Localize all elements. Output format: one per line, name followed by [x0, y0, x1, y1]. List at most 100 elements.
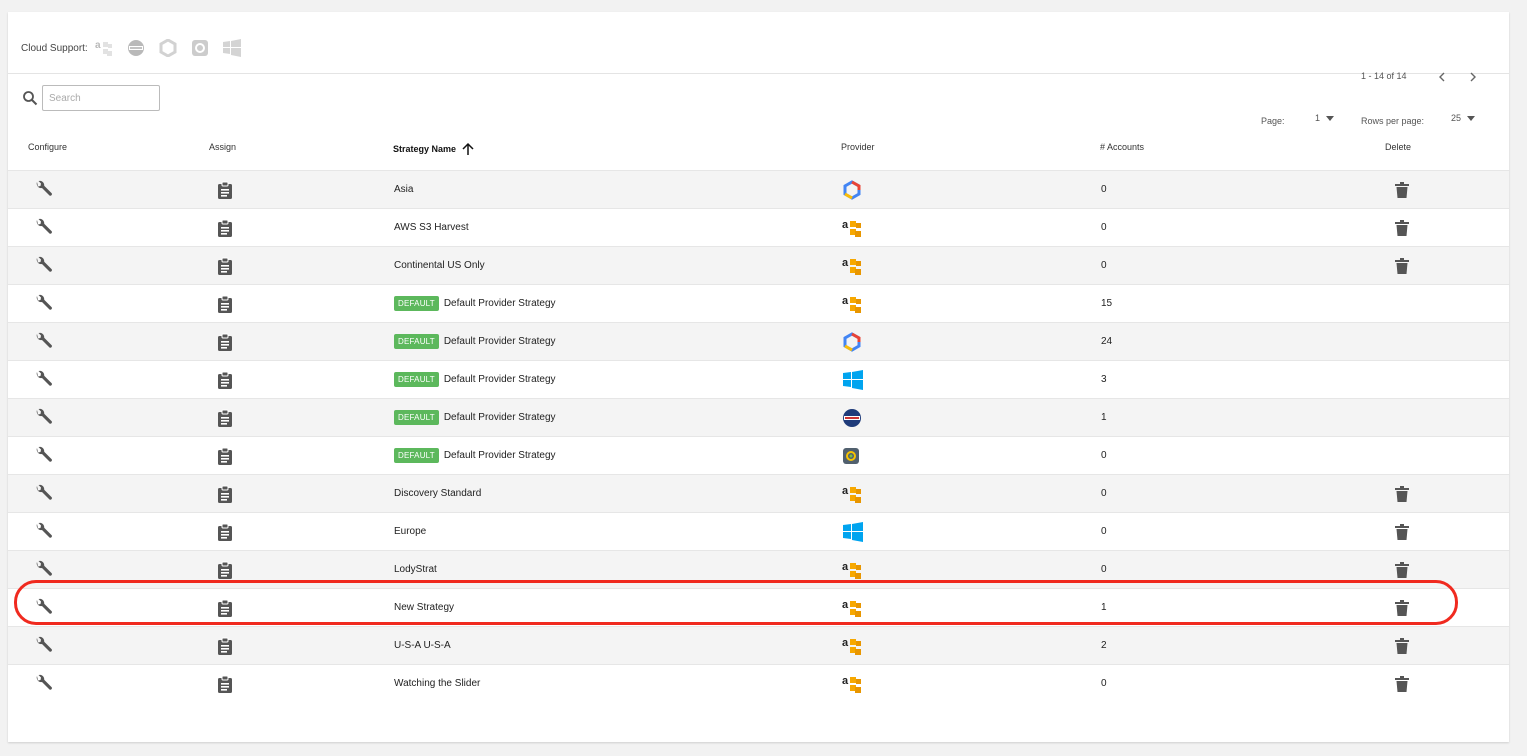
- configure-button[interactable]: [34, 665, 54, 702]
- page-select[interactable]: 1: [1315, 113, 1335, 123]
- accounts-count: 24: [1101, 336, 1113, 347]
- configure-button[interactable]: [34, 361, 54, 398]
- strategy-name-cell: DEFAULT Default Provider Strategy: [394, 323, 556, 360]
- clipboard-icon: [218, 675, 232, 693]
- table-row: Continental US Only a 0: [8, 246, 1509, 284]
- rows-per-page-label: Rows per page:: [1361, 116, 1425, 126]
- configure-button[interactable]: [34, 209, 54, 246]
- column-header-strategy-name[interactable]: Strategy Name: [393, 142, 475, 156]
- configure-button[interactable]: [34, 285, 54, 322]
- assign-button[interactable]: [217, 437, 233, 474]
- delete-button[interactable]: [1395, 627, 1409, 664]
- clipboard-icon: [218, 333, 232, 351]
- table-row: Europe 0: [8, 512, 1509, 550]
- svg-text:a: a: [95, 40, 101, 51]
- delete-button[interactable]: [1395, 589, 1409, 626]
- configure-button[interactable]: [34, 513, 54, 550]
- table-row: Discovery Standard a 0: [8, 474, 1509, 512]
- assign-button[interactable]: [217, 665, 233, 702]
- table-row: U-S-A U-S-A a 2: [8, 626, 1509, 664]
- page-select-value: 1: [1315, 113, 1321, 123]
- table-row: Watching the Slider a 0: [8, 664, 1509, 702]
- assign-button[interactable]: [217, 209, 233, 246]
- chevron-right-icon: [1470, 72, 1476, 82]
- svg-text:a: a: [842, 637, 849, 649]
- strategy-name: AWS S3 Harvest: [394, 222, 469, 233]
- configure-button[interactable]: [34, 589, 54, 626]
- assign-button[interactable]: [217, 513, 233, 550]
- svg-text:a: a: [842, 599, 849, 611]
- configure-button[interactable]: [34, 551, 54, 588]
- aws-icon: a: [842, 485, 861, 503]
- provider-cell: [842, 361, 864, 398]
- configure-button[interactable]: [34, 437, 54, 474]
- assign-button[interactable]: [217, 285, 233, 322]
- next-page-button[interactable]: [1464, 68, 1482, 86]
- header-divider: [8, 73, 1509, 74]
- configure-button[interactable]: [34, 627, 54, 664]
- clipboard-icon: [218, 219, 232, 237]
- configure-button[interactable]: [34, 399, 54, 436]
- assign-button[interactable]: [217, 399, 233, 436]
- assign-button[interactable]: [217, 323, 233, 360]
- table-row: Asia 0: [8, 170, 1509, 208]
- wrench-icon: [36, 560, 52, 576]
- configure-button[interactable]: [34, 171, 54, 208]
- delete-button[interactable]: [1395, 513, 1409, 550]
- search-icon: [22, 90, 38, 106]
- clipboard-icon: [218, 523, 232, 541]
- assign-button[interactable]: [217, 475, 233, 512]
- delete-button[interactable]: [1395, 475, 1409, 512]
- wrench-icon: [36, 598, 52, 614]
- svg-text:a: a: [842, 561, 849, 573]
- delete-button[interactable]: [1395, 665, 1409, 702]
- delete-button[interactable]: [1395, 551, 1409, 588]
- wrench-icon: [36, 256, 52, 272]
- trash-icon: [1395, 523, 1409, 540]
- strategy-name-cell: Discovery Standard: [394, 475, 481, 512]
- prev-page-button[interactable]: [1433, 68, 1451, 86]
- delete-button[interactable]: [1395, 171, 1409, 208]
- configure-button[interactable]: [34, 475, 54, 512]
- rows-per-page-select[interactable]: 25: [1451, 113, 1476, 123]
- assign-button[interactable]: [217, 247, 233, 284]
- configure-button[interactable]: [34, 323, 54, 360]
- aws-icon: a: [842, 599, 861, 617]
- wrench-icon: [36, 332, 52, 348]
- assign-button[interactable]: [217, 589, 233, 626]
- assign-button[interactable]: [217, 361, 233, 398]
- provider-cell: [842, 513, 864, 550]
- strategy-name: Default Provider Strategy: [443, 412, 556, 423]
- table-row: New Strategy a 1: [8, 588, 1509, 626]
- aws-icon: a: [842, 637, 861, 655]
- accounts-count: 1: [1101, 412, 1107, 423]
- strategy-name-cell: New Strategy: [394, 589, 454, 626]
- wrench-icon: [36, 408, 52, 424]
- table-row: DEFAULT Default Provider Strategy 3: [8, 360, 1509, 398]
- strategy-name-cell: DEFAULT Default Provider Strategy: [394, 399, 556, 436]
- column-header-delete: Delete: [1385, 142, 1412, 152]
- table-row: DEFAULT Default Provider Strategy 1: [8, 398, 1509, 436]
- accounts-count: 0: [1101, 678, 1107, 689]
- aws-icon: a: [842, 219, 861, 237]
- assign-button[interactable]: [217, 171, 233, 208]
- default-badge: DEFAULT: [394, 334, 439, 349]
- clipboard-icon: [218, 181, 232, 199]
- delete-button[interactable]: [1395, 247, 1409, 284]
- accounts-count: 0: [1101, 488, 1107, 499]
- clipboard-icon: [218, 295, 232, 313]
- assign-button[interactable]: [217, 551, 233, 588]
- azure-windows-icon: [222, 38, 242, 58]
- accounts-count: 0: [1101, 184, 1107, 195]
- delete-button[interactable]: [1395, 209, 1409, 246]
- svg-text:a: a: [842, 257, 849, 269]
- column-header-provider: Provider: [841, 142, 875, 152]
- azure-windows-icon: [843, 369, 863, 390]
- assign-button[interactable]: [217, 627, 233, 664]
- provider-cell: a: [842, 627, 862, 664]
- google-cloud-icon: [843, 179, 861, 200]
- configure-button[interactable]: [34, 247, 54, 284]
- table-row: DEFAULT Default Provider Strategy 0: [8, 436, 1509, 474]
- column-header-strategy-name-label: Strategy Name: [393, 144, 457, 154]
- search-input[interactable]: [42, 85, 160, 111]
